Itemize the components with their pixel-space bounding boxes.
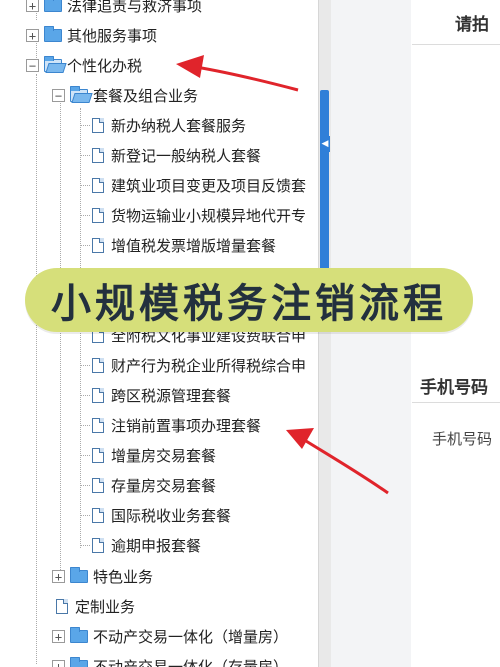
arrow-to-personalized-tax xyxy=(176,55,299,92)
arrow-to-deregistration-package xyxy=(286,428,389,495)
annotation-arrows xyxy=(176,55,389,495)
